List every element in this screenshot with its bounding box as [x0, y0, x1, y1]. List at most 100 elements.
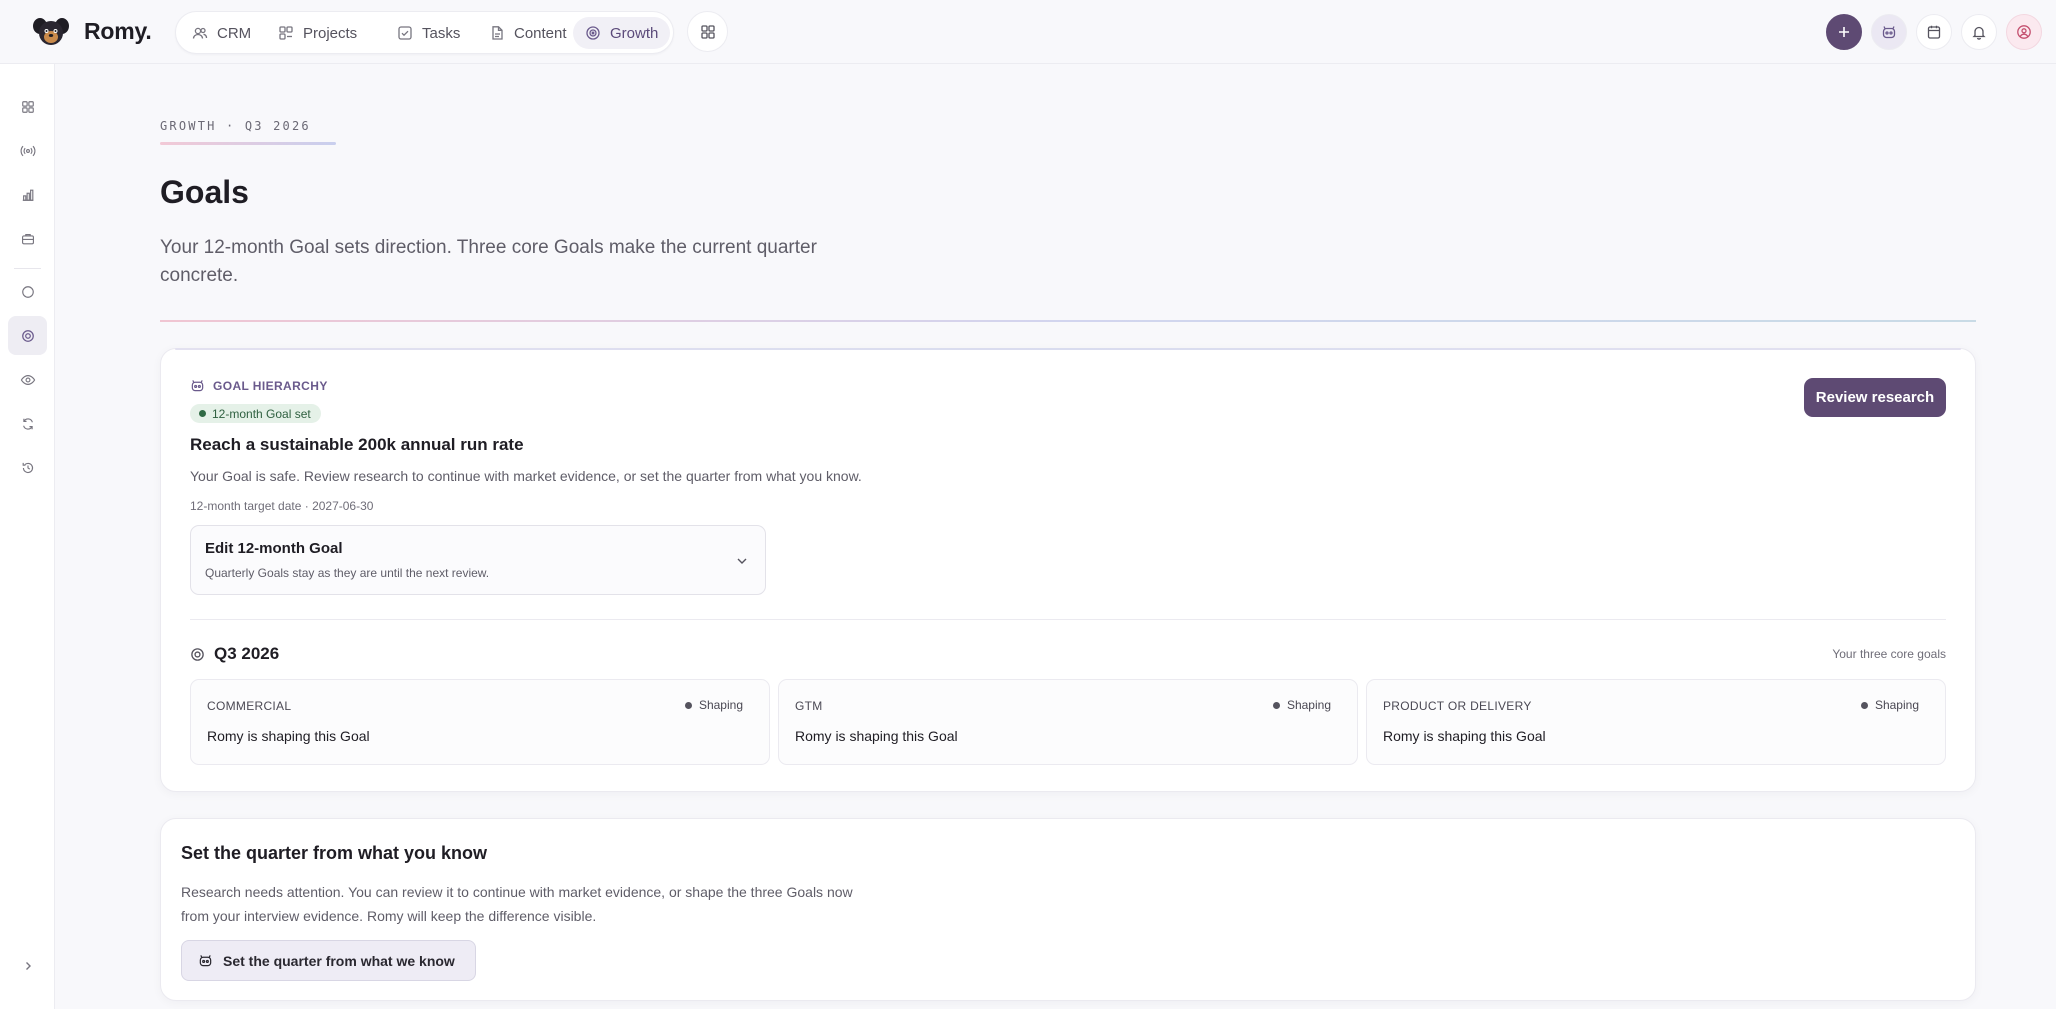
rail-history[interactable] — [8, 448, 47, 487]
target-icon — [191, 647, 204, 661]
set-quarter-description: Research needs attention. You can review… — [181, 884, 853, 924]
nav-label: Content — [514, 24, 567, 42]
main-nav: CRM Projects Tasks Content Growth — [175, 11, 674, 54]
brand[interactable]: Romy. — [32, 14, 152, 48]
nav-item-crm[interactable]: CRM — [180, 17, 263, 49]
rail-signals[interactable] — [8, 131, 47, 170]
dashboard-icon — [21, 100, 34, 113]
status-label: 12-month Goal set — [212, 406, 311, 421]
rail-analytics[interactable] — [8, 175, 47, 214]
status-badge: 12-month Goal set — [190, 404, 321, 423]
goal-text: Romy is shaping this Goal — [1383, 728, 1546, 744]
goal-text: Romy is shaping this Goal — [795, 728, 958, 744]
user-icon — [2017, 25, 2031, 39]
document-icon — [492, 26, 503, 40]
page-subtitle: Your 12-month Goal sets direction. Three… — [160, 237, 817, 286]
status-dot — [684, 701, 692, 709]
calendar-icon — [1927, 25, 1941, 39]
goal-category: GTM — [795, 699, 823, 713]
robot-icon — [199, 955, 212, 967]
kicker-label: GOAL HIERARCHY — [213, 378, 328, 393]
section-divider — [190, 619, 1946, 620]
rail-goals[interactable] — [8, 316, 47, 355]
top-bar: Romy. CRM Projects Tasks Content Growth — [0, 0, 2056, 64]
plus-icon — [1839, 27, 1849, 37]
goal-category: COMMERCIAL — [207, 699, 292, 713]
robot-icon — [1882, 26, 1896, 39]
set-quarter-button[interactable]: Set the quarter from what we know — [181, 940, 476, 981]
rail-portfolio[interactable] — [8, 219, 47, 258]
users-icon — [192, 27, 208, 39]
broadcast-icon — [20, 145, 35, 156]
briefcase-icon — [21, 233, 34, 244]
target-icon — [21, 329, 34, 342]
nav-item-growth[interactable]: Growth — [573, 17, 671, 49]
edit-goal-subtitle: Quarterly Goals stay as they are until t… — [205, 566, 490, 580]
rail-sync[interactable] — [8, 404, 47, 443]
target-date: 12-month target date · 2027-06-30 — [190, 499, 374, 513]
nav-label: Tasks — [422, 24, 461, 42]
apps-button[interactable] — [687, 11, 728, 52]
history-icon — [22, 462, 33, 473]
goal-status: Shaping — [1860, 698, 1919, 712]
nav-item-tasks[interactable]: Tasks — [385, 17, 472, 49]
eye-icon — [20, 374, 35, 385]
quarter-goal-card[interactable]: PRODUCT OR DELIVERY Shaping Romy is shap… — [1366, 679, 1946, 765]
edit-annual-goal-disclosure[interactable]: Edit 12-month Goal Quarterly Goals stay … — [190, 525, 766, 595]
user-avatar-button[interactable] — [2006, 14, 2042, 50]
goal-status: Shaping — [1272, 698, 1331, 712]
nav-label: Growth — [610, 24, 659, 42]
refresh-icon — [22, 417, 33, 430]
chevron-down-icon — [737, 558, 747, 564]
romy-logo-icon — [33, 18, 69, 45]
nav-label: Projects — [303, 24, 358, 42]
assistant-button[interactable] — [1871, 14, 1907, 50]
rail-expand[interactable] — [8, 946, 47, 985]
quarter-goal-card[interactable]: COMMERCIAL Shaping Romy is shaping this … — [190, 679, 770, 765]
left-rail — [0, 64, 55, 1009]
notifications-button[interactable] — [1961, 14, 1997, 50]
goal-category: PRODUCT OR DELIVERY — [1383, 699, 1532, 713]
page-eyebrow: GROWTH · Q3 2026 — [160, 119, 311, 133]
quarter-label: Q3 2026 — [214, 644, 280, 663]
tasks-icon — [398, 26, 412, 40]
goal-status-label: Shaping — [1874, 698, 1919, 712]
status-dot — [1860, 701, 1868, 709]
robot-icon — [191, 380, 204, 392]
circle-icon — [21, 285, 34, 298]
nav-item-projects[interactable]: Projects — [266, 17, 369, 49]
rail-watch[interactable] — [8, 360, 47, 399]
chevron-right-icon — [25, 961, 31, 970]
goal-hierarchy-card: GOAL HIERARCHY 12-month Goal set Reach a… — [160, 348, 1976, 792]
set-quarter-title: Set the quarter from what you know — [181, 843, 488, 863]
quarter-heading: Q3 2026 — [190, 644, 279, 664]
goal-hierarchy-kicker: GOAL HIERARCHY — [190, 378, 328, 393]
status-dot — [199, 410, 206, 417]
goal-status-label: Shaping — [698, 698, 743, 712]
header-divider — [160, 320, 1976, 322]
eyebrow-underline — [160, 142, 336, 145]
quarter-note: Your three core goals — [1832, 647, 1946, 661]
edit-goal-title: Edit 12-month Goal — [205, 540, 343, 557]
set-quarter-card: Set the quarter from what you know Resea… — [160, 818, 1976, 1001]
set-quarter-button-label: Set the quarter from what we know — [223, 952, 455, 969]
rail-overview[interactable] — [8, 272, 47, 311]
page-title: Goals — [160, 174, 249, 210]
card-accent-line — [175, 348, 1961, 350]
rail-divider — [14, 268, 41, 269]
review-research-button[interactable]: Review research — [1804, 378, 1946, 417]
nav-label: CRM — [217, 24, 252, 42]
status-dot — [1272, 701, 1280, 709]
apps-grid-icon — [700, 24, 715, 39]
annual-goal-description: Your Goal is safe. Review research to co… — [190, 468, 862, 484]
goal-status-label: Shaping — [1286, 698, 1331, 712]
top-actions — [1826, 14, 2042, 50]
projects-icon — [279, 26, 293, 40]
nav-item-content[interactable]: Content — [477, 17, 579, 49]
bell-icon — [1972, 26, 1986, 40]
calendar-button[interactable] — [1916, 14, 1952, 50]
rail-dashboard[interactable] — [8, 87, 47, 126]
create-button[interactable] — [1826, 14, 1862, 50]
quarter-goal-card[interactable]: GTM Shaping Romy is shaping this Goal — [778, 679, 1358, 765]
brand-name: Romy. — [84, 17, 152, 44]
